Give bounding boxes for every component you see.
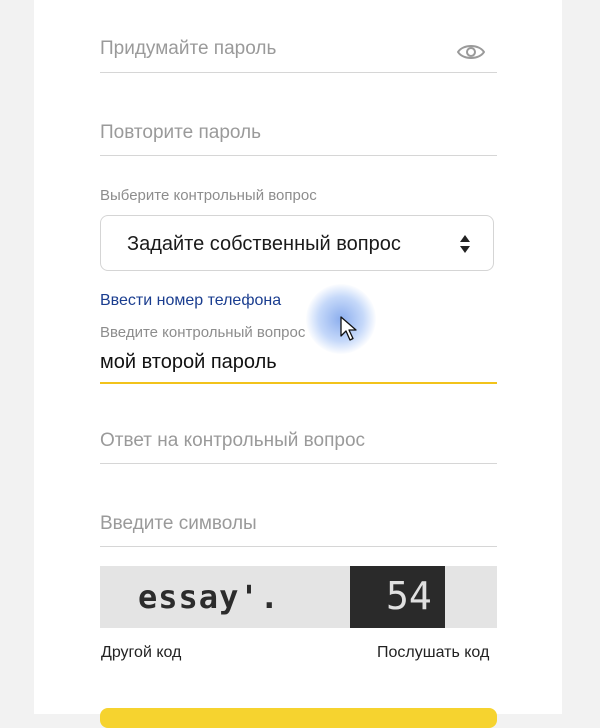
security-question-selected: Задайте собственный вопрос xyxy=(127,233,401,255)
mouse-cursor-icon xyxy=(340,316,357,341)
custom-question-input[interactable]: мой второй пароль xyxy=(100,346,497,384)
submit-button[interactable] xyxy=(100,708,497,728)
captcha-word: essay'. xyxy=(138,578,280,616)
security-question-select[interactable]: Задайте собственный вопрос xyxy=(100,215,494,271)
custom-question-value: мой второй пароль xyxy=(100,351,277,373)
captcha-placeholder: Введите символы xyxy=(100,513,257,534)
answer-field[interactable]: Ответ на контрольный вопрос xyxy=(100,430,497,464)
password-field[interactable]: Придумайте пароль xyxy=(100,38,497,73)
answer-placeholder: Ответ на контрольный вопрос xyxy=(100,430,366,451)
captcha-number: 54 xyxy=(386,574,432,618)
sort-arrows-icon xyxy=(460,235,470,253)
captcha-number-box: 54 xyxy=(350,566,445,628)
password-placeholder: Придумайте пароль xyxy=(100,38,277,59)
repeat-password-field[interactable]: Повторите пароль xyxy=(100,122,497,156)
repeat-password-placeholder: Повторите пароль xyxy=(100,122,262,143)
listen-code-link[interactable]: Послушать код xyxy=(377,644,489,662)
question-select-label: Выберите контрольный вопрос xyxy=(100,187,317,204)
custom-question-label: Введите контрольный вопрос xyxy=(100,324,306,341)
captcha-image: essay'. 54 xyxy=(100,566,497,628)
other-code-link[interactable]: Другой код xyxy=(101,644,181,662)
captcha-input[interactable]: Введите символы xyxy=(100,513,497,547)
eye-icon[interactable] xyxy=(457,42,485,62)
enter-phone-link[interactable]: Ввести номер телефона xyxy=(100,292,281,310)
